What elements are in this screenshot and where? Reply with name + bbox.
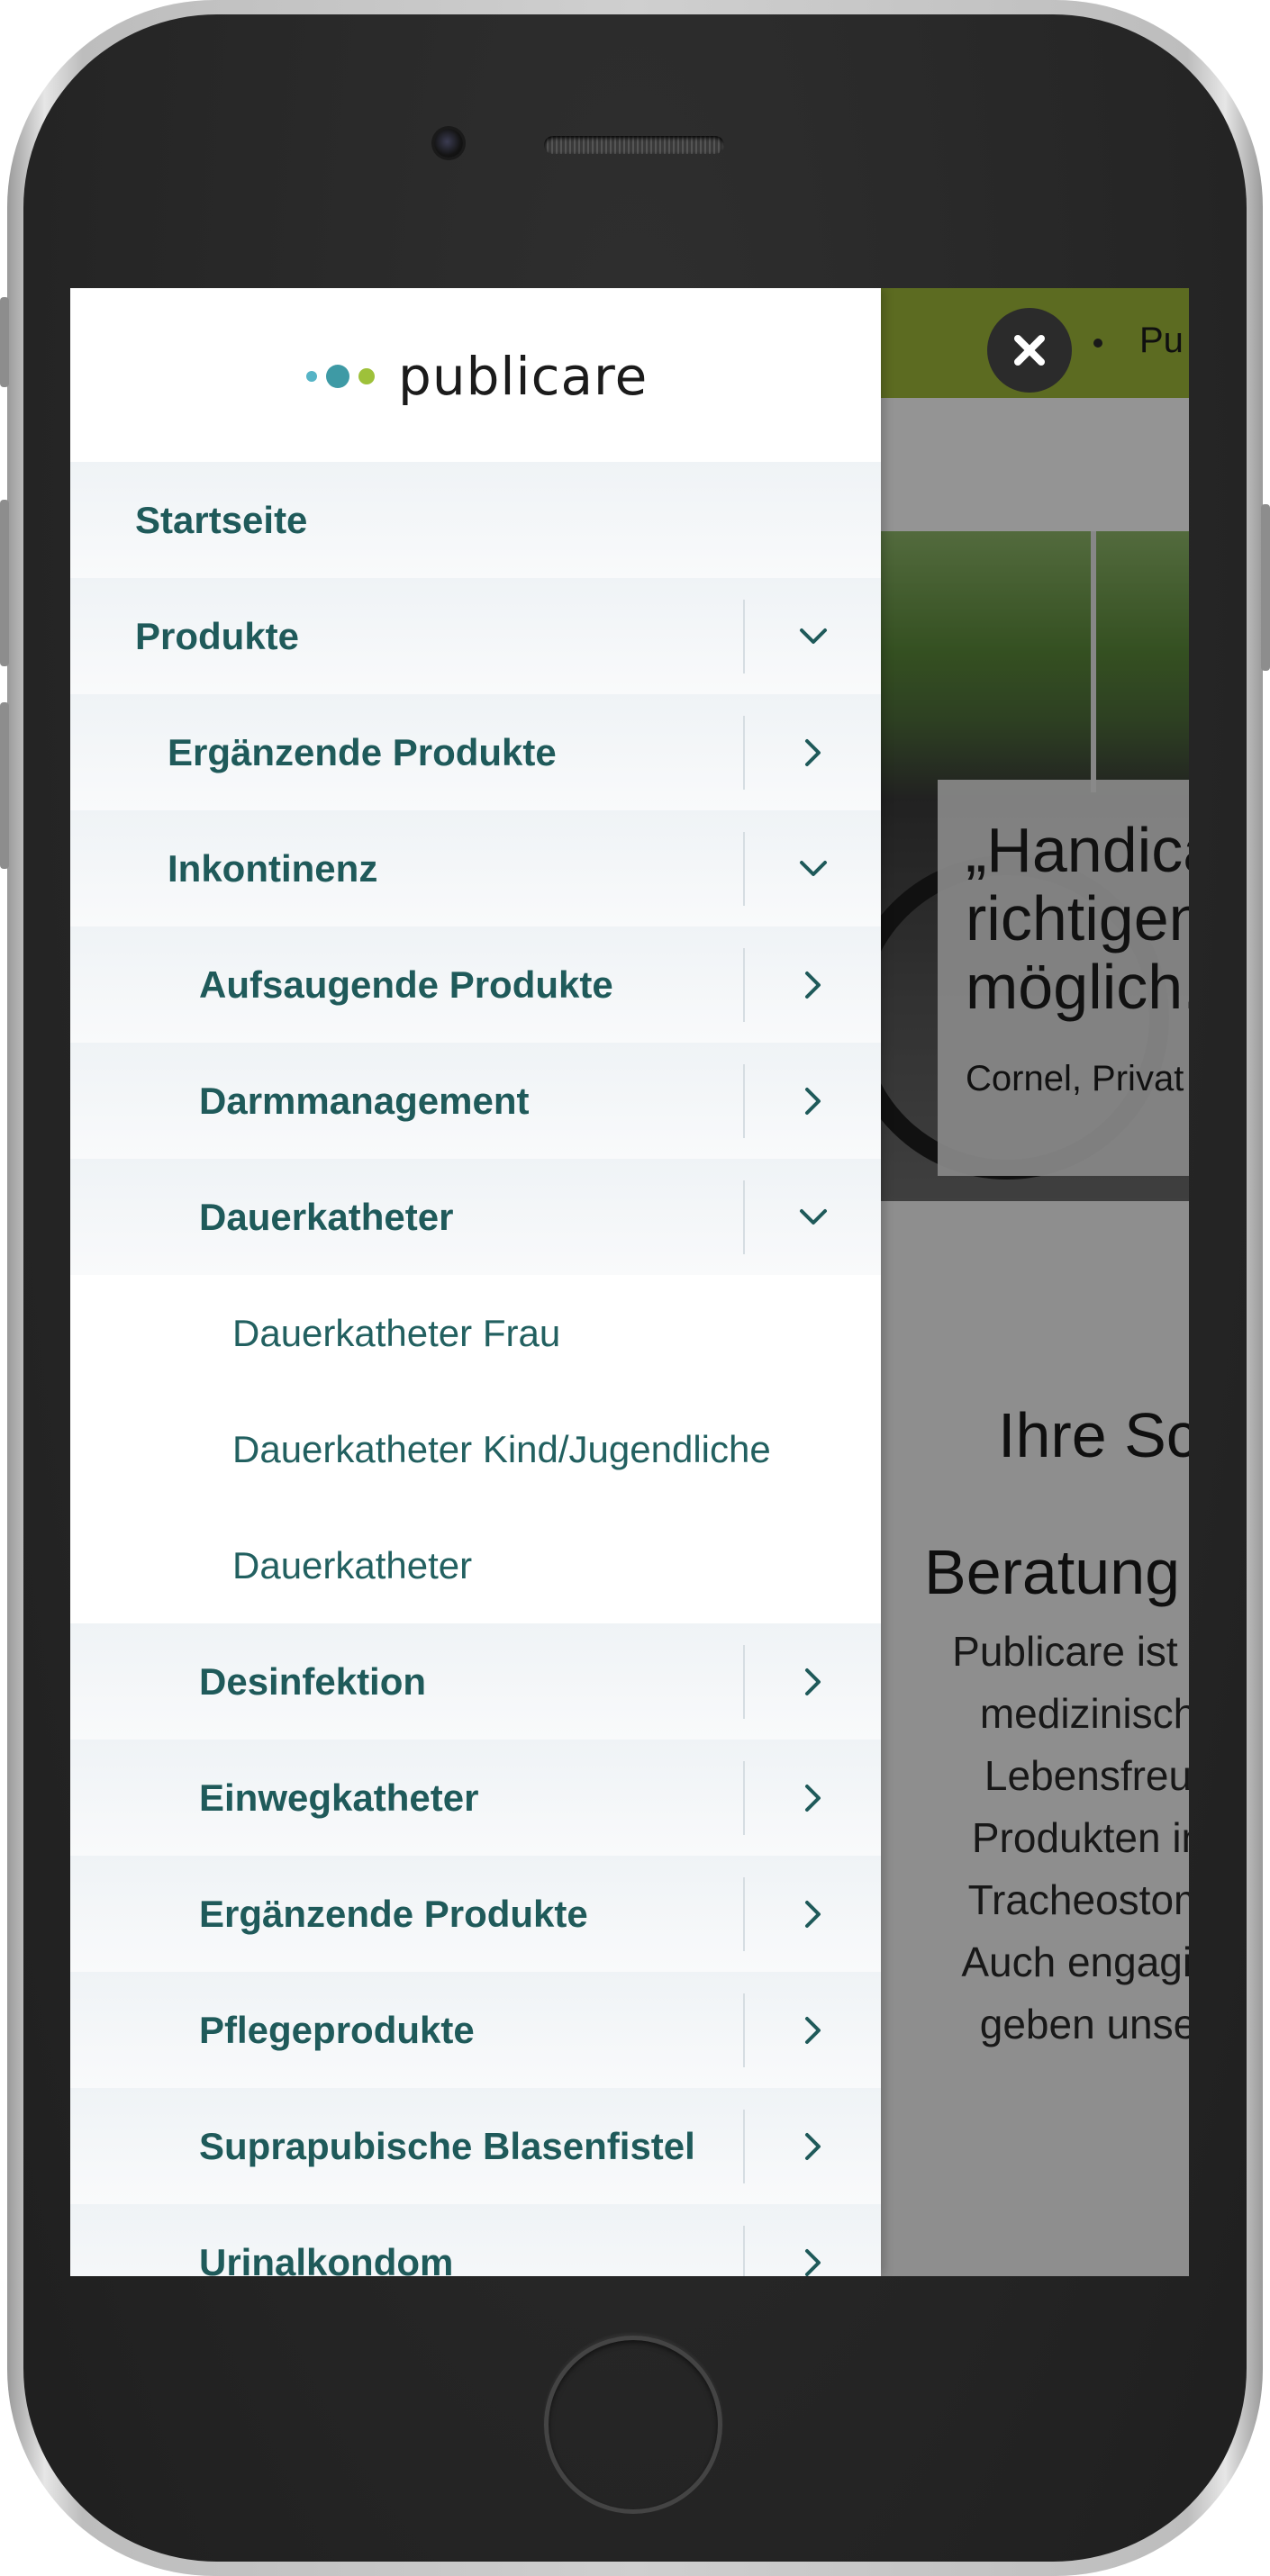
menu-item-label: Ergänzende Produkte — [168, 731, 557, 773]
menu-item-ergaenzende-produkte-2[interactable]: Ergänzende Produkte — [70, 1856, 881, 1972]
menu-item-label: Desinfektion — [199, 1660, 427, 1703]
menu-item-label: Inkontinenz — [168, 847, 378, 890]
menu-item-desinfektion[interactable]: Desinfektion — [70, 1623, 881, 1740]
submenu-toggle[interactable] — [745, 578, 881, 694]
close-icon — [1014, 335, 1045, 366]
submenu-toggle[interactable] — [745, 2088, 881, 2204]
chevron-down-icon — [799, 860, 827, 876]
power-button — [1261, 504, 1270, 671]
close-menu-button[interactable] — [987, 308, 1072, 393]
menu-item-label: Pflegeprodukte — [199, 2009, 475, 2051]
menu-item-suprapubische-blasenfistel[interactable]: Suprapubische Blasenfistel — [70, 2088, 881, 2204]
menu-item-startseite[interactable]: Startseite — [70, 462, 881, 578]
menu-item-ergaenzende-produkte[interactable]: Ergänzende Produkte — [70, 694, 881, 810]
submenu-toggle[interactable] — [745, 1856, 881, 1972]
menu-item-label: Ergänzende Produkte — [199, 1893, 588, 1935]
submenu-toggle[interactable] — [745, 694, 881, 810]
submenu-toggle[interactable] — [745, 810, 881, 926]
menu-item-darmmanagement[interactable]: Darmmanagement — [70, 1043, 881, 1159]
navigation-drawer: publicare Startseite Produkte Ergänzende… — [70, 288, 881, 2276]
menu-item-label: Dauerkatheter — [232, 1544, 473, 1586]
menu-item-dauerkatheter[interactable]: Dauerkatheter — [70, 1159, 881, 1275]
menu-item-dauerkatheter-frau[interactable]: Dauerkatheter Frau — [70, 1275, 881, 1391]
publicare-logo[interactable]: publicare — [306, 346, 648, 407]
screen: Pu „Handica richtigen möglich. Cornel, P… — [70, 288, 1189, 2276]
chevron-down-icon — [799, 1208, 827, 1225]
chevron-right-icon — [804, 971, 821, 999]
menu-item-dauerkatheter-kind[interactable]: Dauerkatheter Kind/Jugendliche — [70, 1391, 881, 1507]
menu-item-label: Dauerkatheter — [199, 1196, 454, 1238]
menu-item-inkontinenz[interactable]: Inkontinenz — [70, 810, 881, 926]
menu-item-label: Aufsaugende Produkte — [199, 963, 613, 1006]
logo-dot — [306, 371, 317, 382]
menu-item-label: Einwegkatheter — [199, 1776, 479, 1819]
volume-up-button — [0, 500, 9, 666]
volume-down-button — [0, 702, 9, 869]
submenu-toggle[interactable] — [745, 1623, 881, 1740]
chevron-right-icon — [804, 2132, 821, 2160]
chevron-right-icon — [804, 1900, 821, 1928]
menu-item-label: Dauerkatheter Frau — [232, 1312, 561, 1354]
chevron-down-icon — [799, 628, 827, 644]
mute-switch — [0, 297, 9, 387]
chevron-right-icon — [804, 1668, 821, 1695]
menu-item-label: Darmmanagement — [199, 1080, 530, 1122]
menu-item-label: Urinalkondom — [199, 2241, 454, 2276]
menu-item-urinalkondom[interactable]: Urinalkondom — [70, 2204, 881, 2276]
menu-item-einwegkatheter[interactable]: Einwegkatheter — [70, 1740, 881, 1856]
menu-item-label: Startseite — [135, 499, 308, 541]
submenu-toggle[interactable] — [745, 1740, 881, 1856]
submenu-toggle[interactable] — [745, 1159, 881, 1275]
submenu-toggle[interactable] — [745, 1972, 881, 2088]
earpiece-speaker — [544, 136, 724, 154]
logo-text: publicare — [398, 346, 649, 407]
menu-item-produkte[interactable]: Produkte — [70, 578, 881, 694]
chevron-right-icon — [804, 1087, 821, 1115]
front-camera — [434, 129, 463, 158]
submenu-toggle[interactable] — [745, 1043, 881, 1159]
chevron-right-icon — [804, 1784, 821, 1812]
submenu-toggle[interactable] — [745, 2204, 881, 2276]
menu-item-label: Produkte — [135, 615, 300, 657]
menu-item-label: Suprapubische Blasenfistel — [199, 2125, 695, 2167]
menu-item-dauerkatheter-sub[interactable]: Dauerkatheter — [70, 1507, 881, 1623]
chevron-right-icon — [804, 2016, 821, 2044]
chevron-right-icon — [804, 2248, 821, 2276]
menu-item-aufsaugende-produkte[interactable]: Aufsaugende Produkte — [70, 926, 881, 1043]
logo-dot — [326, 365, 349, 388]
nav-menu: Startseite Produkte Ergänzende Produkte … — [70, 462, 881, 2276]
chevron-right-icon — [804, 738, 821, 766]
logo-dot — [358, 368, 375, 384]
submenu-toggle[interactable] — [745, 926, 881, 1043]
home-button[interactable] — [544, 2336, 722, 2514]
menu-item-label: Dauerkatheter Kind/Jugendliche — [232, 1428, 771, 1470]
menu-item-pflegeprodukte[interactable]: Pflegeprodukte — [70, 1972, 881, 2088]
